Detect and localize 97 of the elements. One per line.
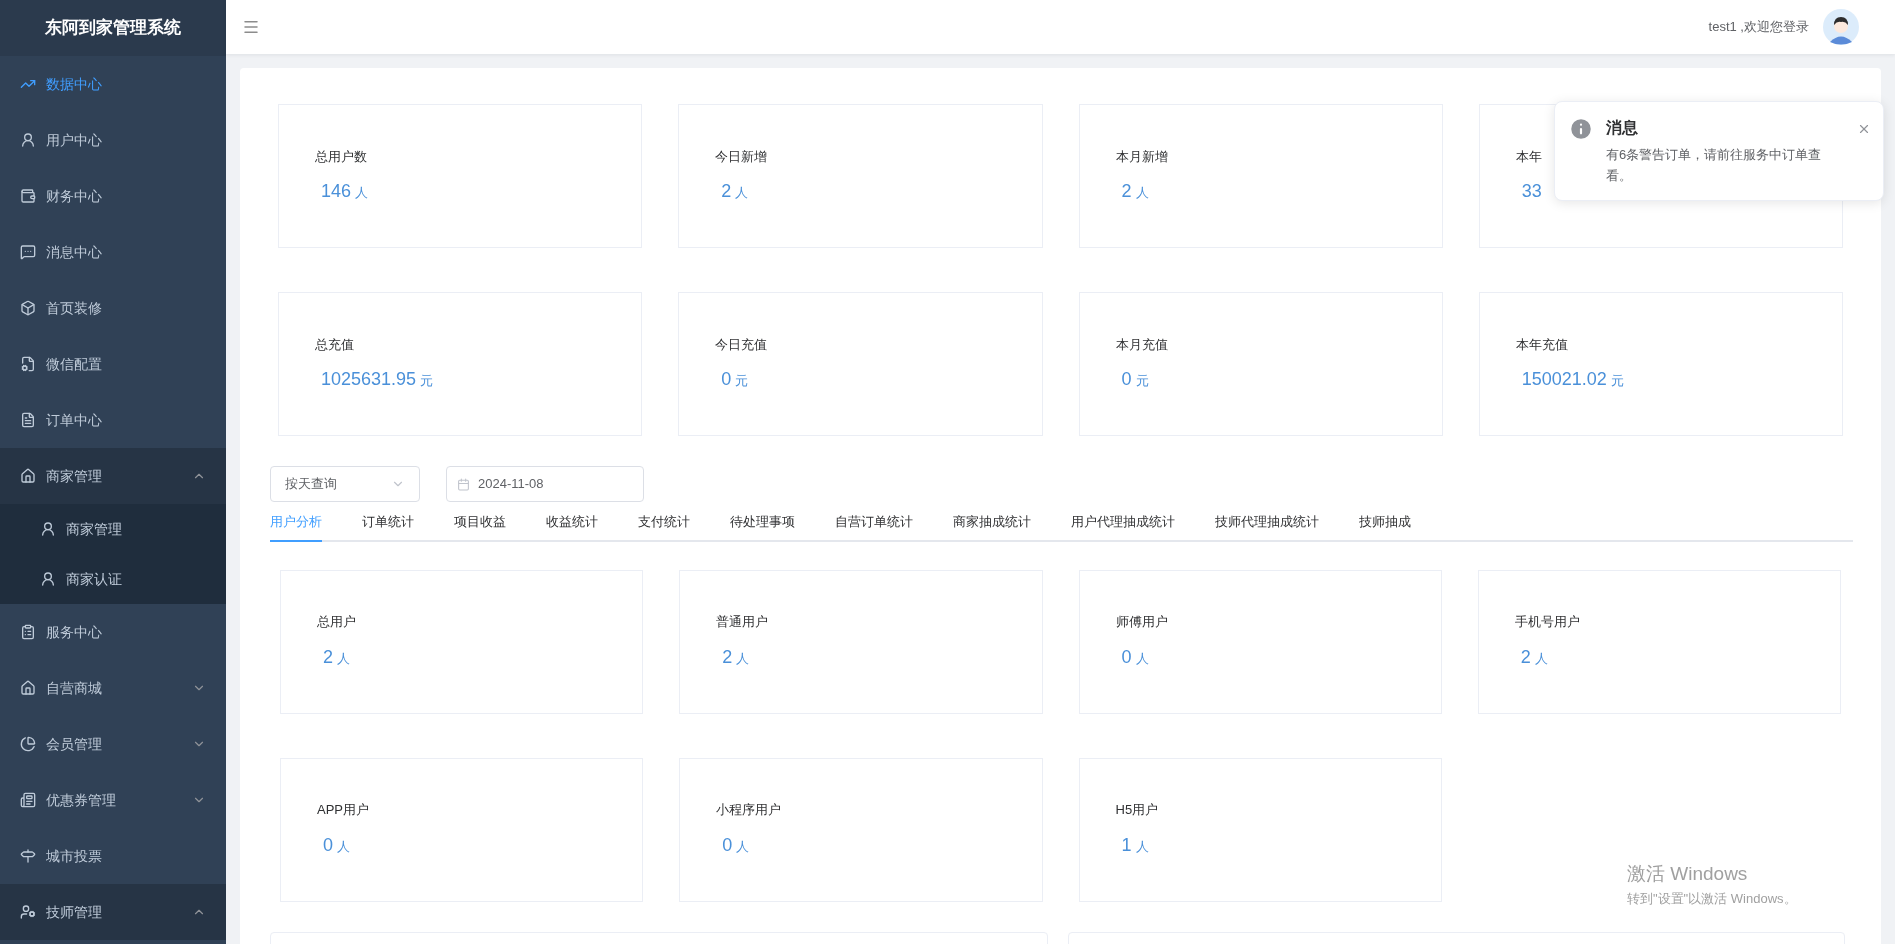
stat-value: 2 xyxy=(1520,645,1531,669)
menu-item[interactable]: 消息中心 xyxy=(0,224,226,280)
close-icon[interactable] xyxy=(1857,122,1871,136)
stat-unit: 元 xyxy=(420,372,434,391)
stat-label: 总用户数 xyxy=(315,147,367,166)
stat-label: 本月充值 xyxy=(1115,335,1168,354)
clipboard-icon xyxy=(20,624,36,640)
tab[interactable]: 待处理事项 xyxy=(730,512,795,542)
stat-value: 2 xyxy=(1121,180,1132,204)
menu-item[interactable]: 财务中心 xyxy=(0,168,226,224)
tab[interactable]: 支付统计 xyxy=(638,512,690,542)
cube-icon xyxy=(20,300,36,316)
stat-value: 0 xyxy=(323,833,333,857)
pie-chart-icon xyxy=(20,736,36,752)
stat-value: 0 xyxy=(1121,368,1132,392)
stat-unit: 元 xyxy=(735,372,749,391)
document-icon xyxy=(20,412,36,428)
menu-item[interactable]: 优惠券管理 xyxy=(0,772,226,828)
info-icon xyxy=(1568,116,1594,142)
user-icon xyxy=(40,571,56,587)
user-icon xyxy=(20,132,36,148)
calendar-icon xyxy=(457,477,470,491)
menu-item[interactable]: 自营商城 xyxy=(0,660,226,716)
mode-select[interactable]: 按天查询 xyxy=(270,466,420,502)
stat-value: 146 xyxy=(321,180,352,204)
stat-label: 本年充值 xyxy=(1515,335,1568,354)
stat-label: 手机号用户 xyxy=(1514,613,1580,632)
stat-label: 师傅用户 xyxy=(1115,613,1168,632)
tab[interactable]: 自营订单统计 xyxy=(835,512,913,542)
tab[interactable]: 技师抽成 xyxy=(1359,512,1411,542)
stat-label: 本月新增 xyxy=(1115,147,1168,166)
menu-item[interactable]: 微信配置 xyxy=(0,336,226,392)
house-icon xyxy=(20,468,36,484)
menu-item[interactable]: 首页装修 xyxy=(0,280,226,336)
stat-unit: 人 xyxy=(1534,649,1548,668)
submenu-item[interactable]: 商家管理 xyxy=(0,504,226,554)
date-field[interactable]: 2024-11-08 xyxy=(446,466,644,502)
stat-label: H5用户 xyxy=(1115,801,1159,820)
menu-item[interactable]: 用户中心 xyxy=(0,112,226,168)
wallet-icon xyxy=(20,188,36,204)
stat-label: 总充值 xyxy=(315,335,354,354)
stat-unit: 人 xyxy=(1135,837,1149,856)
stat-unit: 人 xyxy=(736,649,750,668)
stat-value: 0 xyxy=(1121,645,1132,669)
stat-value: 1 xyxy=(1121,833,1132,857)
stat-label: 本年 xyxy=(1515,147,1542,166)
stat-label: 总用户 xyxy=(317,613,356,632)
stat-label: APP用户 xyxy=(317,801,369,820)
tab[interactable]: 项目收益 xyxy=(454,512,506,542)
stat-label: 普通用户 xyxy=(716,613,769,632)
menu-item[interactable]: 会员管理 xyxy=(0,716,226,772)
tab[interactable]: 订单统计 xyxy=(362,512,414,542)
signpost-icon xyxy=(20,848,36,864)
welcome-text: test1 ,欢迎您登录 xyxy=(1708,18,1809,37)
stat-unit: 人 xyxy=(1135,184,1149,203)
app-title: 东阿到家管理系统 xyxy=(45,17,181,40)
house-icon xyxy=(20,680,36,696)
menu-item[interactable]: 服务中心 xyxy=(0,604,226,660)
notification-message: 有6条警告订单，请前往服务中订单查看。 xyxy=(1606,146,1823,185)
menu-item[interactable]: 技师管理 xyxy=(0,884,226,940)
submenu-item[interactable]: 商家认证 xyxy=(0,554,226,604)
stat-unit: 人 xyxy=(1135,649,1149,668)
stat-unit: 人 xyxy=(735,184,749,203)
stat-value: 0 xyxy=(721,368,732,392)
stat-label: 小程序用户 xyxy=(716,801,782,820)
activation-subtitle: 转到"设置"以激活 Windows。 xyxy=(1627,889,1797,908)
stat-unit: 元 xyxy=(1610,372,1624,391)
stat-value: 2 xyxy=(721,180,732,204)
document-gear-icon xyxy=(20,356,36,372)
stat-unit: 人 xyxy=(355,184,369,203)
stat-value: 1025631.95 xyxy=(321,368,417,392)
stat-unit: 人 xyxy=(736,837,750,856)
chat-icon xyxy=(20,244,36,260)
stat-value: 150021.02 xyxy=(1521,368,1607,392)
menu-item[interactable]: 订单中心 xyxy=(0,392,226,448)
stat-label: 今日充值 xyxy=(715,335,768,354)
tab[interactable]: 技师代理抽成统计 xyxy=(1215,512,1319,542)
menu-icon[interactable] xyxy=(242,18,260,36)
person-icon xyxy=(20,904,36,920)
avatar-icon[interactable] xyxy=(1823,9,1859,45)
stat-unit: 人 xyxy=(337,837,350,856)
stat-value: 2 xyxy=(722,645,733,669)
activation-title: 激活 Windows xyxy=(1627,862,1749,886)
stat-value: 0 xyxy=(722,833,733,857)
stat-value: 33 xyxy=(1521,180,1542,204)
stat-value: 2 xyxy=(323,645,333,669)
stat-unit: 元 xyxy=(1135,372,1149,391)
menu-item[interactable]: 城市投票 xyxy=(0,828,226,884)
notification-title: 消息 xyxy=(1606,118,1639,138)
stat-label: 今日新增 xyxy=(715,147,768,166)
user-icon xyxy=(40,521,56,537)
tab[interactable]: 商家抽成统计 xyxy=(953,512,1031,542)
tab[interactable]: 用户代理抽成统计 xyxy=(1071,512,1175,542)
menu-item[interactable]: 数据中心 xyxy=(0,56,226,112)
tab[interactable]: 收益统计 xyxy=(546,512,598,542)
stat-unit: 人 xyxy=(337,649,350,668)
newspaper-icon xyxy=(20,792,36,808)
